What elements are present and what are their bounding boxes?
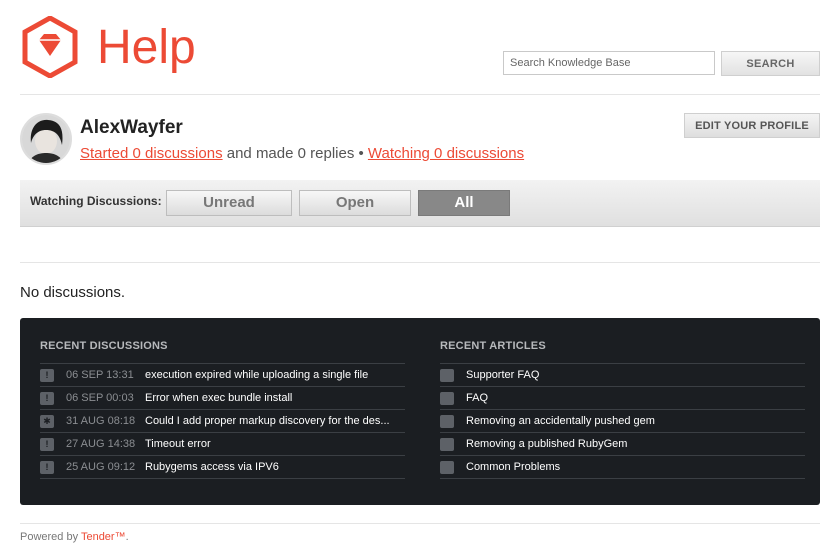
folder-icon <box>440 438 454 451</box>
filter-unread-button[interactable]: Unread <box>166 190 292 216</box>
folder-icon <box>440 461 454 474</box>
header-divider <box>20 94 820 95</box>
header: Help SEARCH <box>0 0 829 95</box>
empty-message: No discussions. <box>20 284 126 301</box>
warning-icon: ! <box>40 438 54 451</box>
edit-profile-button[interactable]: EDIT YOUR PROFILE <box>684 113 820 138</box>
list-item[interactable]: Supporter FAQ <box>440 364 805 387</box>
item-title-link[interactable]: Timeout error <box>145 438 211 450</box>
list-item[interactable]: Removing a published RubyGem <box>440 433 805 456</box>
list-item[interactable]: FAQ <box>440 387 805 410</box>
asterisk-icon: ✱ <box>40 415 54 428</box>
folder-icon <box>440 415 454 428</box>
footer: Powered by Tender™. <box>20 531 129 543</box>
footer-suffix: . <box>125 531 129 543</box>
item-date: 25 AUG 09:12 <box>66 461 136 473</box>
search-button[interactable]: SEARCH <box>721 51 820 76</box>
list-item[interactable]: ! 06 SEP 00:03 Error when exec bundle inst… <box>40 387 405 410</box>
ruby-gem-logo-icon[interactable] <box>22 16 78 78</box>
item-title-link[interactable]: Could I add proper markup discovery for … <box>145 415 390 427</box>
list-item[interactable]: ✱ 31 AUG 08:18 Could I add proper markup d… <box>40 410 405 433</box>
replies-text: and made 0 replies • <box>222 145 368 162</box>
list-item[interactable]: Common Problems <box>440 456 805 479</box>
filter-all-button[interactable]: All <box>418 190 510 216</box>
warning-icon: ! <box>40 369 54 382</box>
tender-link[interactable]: Tender™ <box>81 531 126 543</box>
recent-discussions-title: RECENT DISCUSSIONS <box>40 340 405 364</box>
username: AlexWayfer <box>80 117 183 138</box>
list-item[interactable]: ! 25 AUG 09:12 Rubygems access via IPV6 <box>40 456 405 479</box>
item-title-link[interactable]: Removing an accidentally pushed gem <box>466 415 655 427</box>
item-date: 06 SEP 00:03 <box>66 392 134 404</box>
list-item[interactable]: ! 27 AUG 14:38 Timeout error <box>40 433 405 456</box>
footer-prefix: Powered by <box>20 531 81 543</box>
folder-icon <box>440 392 454 405</box>
item-date: 27 AUG 14:38 <box>66 438 136 450</box>
recent-articles: RECENT ARTICLES Supporter FAQ FAQ Removing… <box>440 340 805 479</box>
item-title-link[interactable]: Removing a published RubyGem <box>466 438 627 450</box>
content-divider <box>20 262 820 263</box>
list-item[interactable]: ! 06 SEP 13:31 execution expired while upl… <box>40 364 405 387</box>
item-title-link[interactable]: Error when exec bundle install <box>145 392 292 404</box>
filter-label: Watching Discussions: <box>30 194 162 208</box>
item-date: 06 SEP 13:31 <box>66 369 134 381</box>
filter-open-button[interactable]: Open <box>299 190 411 216</box>
logo-text[interactable]: Help <box>97 20 196 76</box>
search-input[interactable] <box>503 51 715 75</box>
item-date: 31 AUG 08:18 <box>66 415 136 427</box>
list-item[interactable]: Removing an accidentally pushed gem <box>440 410 805 433</box>
started-discussions-link[interactable]: Started 0 discussions <box>80 145 223 162</box>
recent-panel: RECENT DISCUSSIONS ! 06 SEP 13:31 executio… <box>20 318 820 505</box>
item-title-link[interactable]: Common Problems <box>466 461 560 473</box>
recent-articles-title: RECENT ARTICLES <box>440 340 805 364</box>
recent-discussions: RECENT DISCUSSIONS ! 06 SEP 13:31 executio… <box>40 340 405 479</box>
item-title-link[interactable]: FAQ <box>466 392 488 404</box>
folder-icon <box>440 369 454 382</box>
footer-divider <box>20 523 820 524</box>
warning-icon: ! <box>40 461 54 474</box>
profile-stats: Started 0 discussions and made 0 replies… <box>80 145 524 162</box>
item-title-link[interactable]: Supporter FAQ <box>466 369 539 381</box>
filter-bar: Watching Discussions: Unread Open All <box>20 180 820 227</box>
item-title-link[interactable]: execution expired while uploading a sing… <box>145 369 368 381</box>
avatar-image <box>22 115 70 163</box>
warning-icon: ! <box>40 392 54 405</box>
watching-discussions-link[interactable]: Watching 0 discussions <box>368 145 524 162</box>
item-title-link[interactable]: Rubygems access via IPV6 <box>145 461 279 473</box>
avatar <box>20 113 72 165</box>
